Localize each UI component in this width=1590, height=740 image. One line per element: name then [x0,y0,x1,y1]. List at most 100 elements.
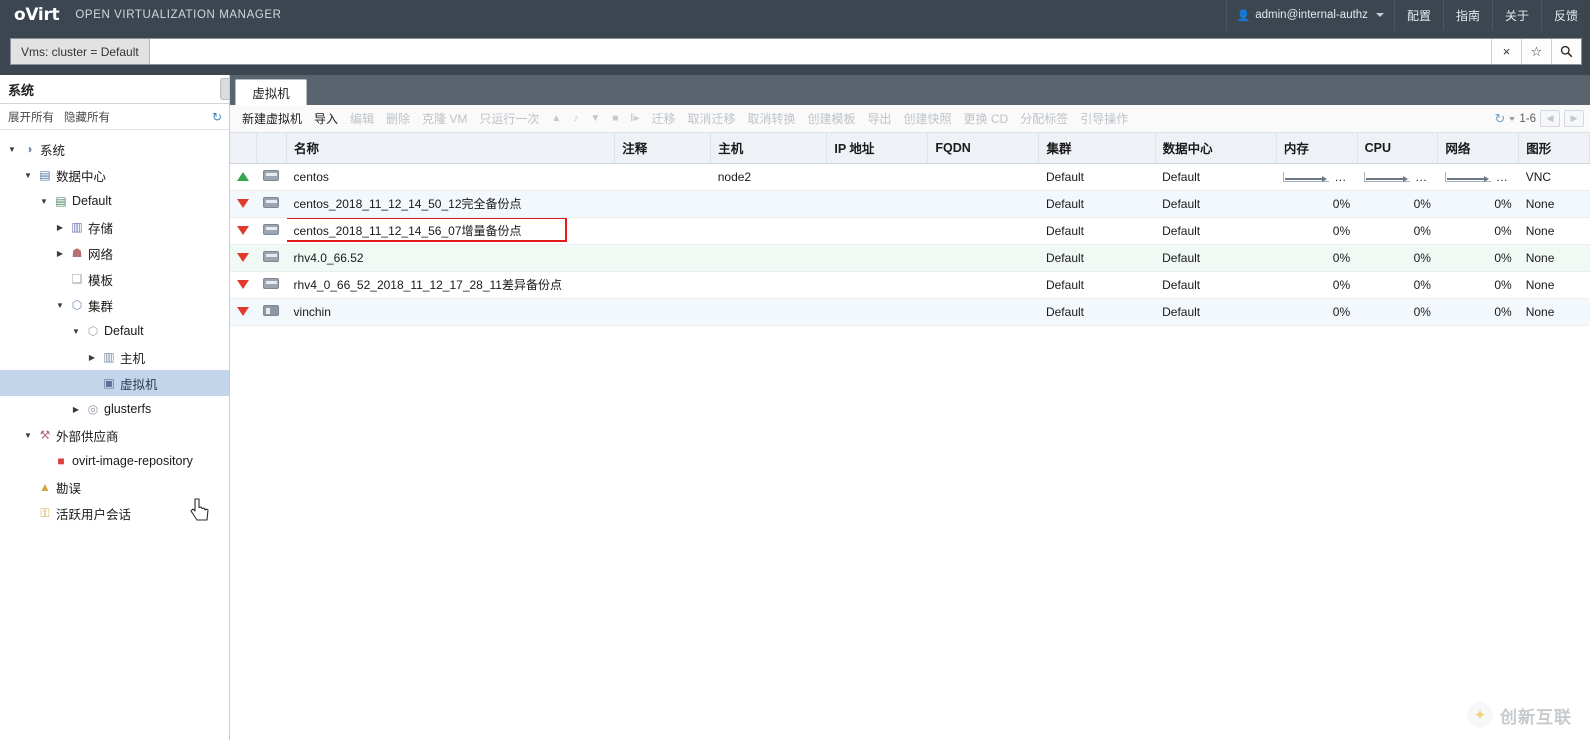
tree-node-label: 数据中心 [56,169,107,184]
tree-item-虚拟机[interactable]: ▶▣虚拟机 [0,370,229,396]
column-header-fqdn[interactable]: FQDN [927,133,1040,164]
column-header-icon[interactable] [256,133,288,164]
table-row[interactable]: centos node2 Default Default 0% 0% 0% VNC [230,163,1590,191]
twisty-expanded-icon[interactable]: ▼ [20,431,36,440]
twisty-expanded-icon[interactable]: ▼ [4,145,20,154]
vm-memory-cell: 0% [1276,244,1358,272]
twisty-collapsed-icon[interactable]: ▶ [52,249,68,258]
search-icon[interactable] [1551,39,1581,64]
column-header-network[interactable]: 网络 [1437,133,1520,164]
tree-node-icon: ▤ [39,168,51,182]
twisty-collapsed-icon[interactable]: ▶ [84,353,100,362]
user-menu[interactable]: 👤 admin@internal-authz [1225,0,1394,30]
vm-fqdn-cell [927,217,1039,245]
top-bar-right: 👤 admin@internal-authz 配置 指南 关于 反馈 [1225,0,1590,30]
vm-stopped-icon [237,252,250,262]
table-row[interactable]: rhv4.0_66.52 Default Default 0% 0% 0% None [230,244,1590,272]
sidebar: 系统 展开所有 隐藏所有 ↻ ▼ ◑ 系统 ▼ ▤ 数据中心 ▼ ▤ Default ▶ ▥ 存储 ▶ ☗… [0,75,230,740]
refresh-options-chevron-icon[interactable] [1509,116,1516,121]
column-header-memory[interactable]: 内存 [1276,133,1358,164]
tree-node-icon: ⚿ [40,505,50,520]
column-header-comment[interactable]: 注释 [614,133,712,164]
tree-item-glusterfs[interactable]: ▶ ◎ glusterfs [0,396,229,422]
vm-name-cell[interactable]: centos [286,163,615,191]
column-header-cpu[interactable]: CPU [1357,133,1439,164]
vm-stopped-icon [237,279,250,289]
tree-item-勘误[interactable]: ▶▲勘误 [0,474,229,500]
vm-cpu-cell: 0% [1357,190,1438,218]
tree-item-Default[interactable]: ▼ ▤ Default [0,188,229,214]
prev-page-button[interactable]: ◀ [1540,110,1560,127]
toolbar-items2-8: 引导操作 [1080,111,1129,126]
column-header-cluster[interactable]: 集群 [1038,133,1156,164]
sidebar-collapse-handle[interactable] [220,78,229,100]
tree-node-icon: ⚒ [39,428,51,442]
table-row[interactable]: vinchin Default Default 0% 0% 0% None [230,298,1590,326]
tree-node-icon: ▤ [55,194,67,208]
vm-name-cell[interactable]: centos_2018_11_12_14_56_07增量备份点 [286,217,615,245]
tree-item-数据中心[interactable]: ▼ ▤ 数据中心 [0,162,229,188]
expand-all-link[interactable]: 展开所有 [8,109,54,125]
tree-item-系统[interactable]: ▼ ◑ 系统 [0,136,229,162]
vm-name-cell[interactable]: vinchin [286,298,615,326]
tree-item-主机[interactable]: ▶ ▥ 主机 [0,344,229,370]
twisty-expanded-icon[interactable]: ▼ [20,171,36,180]
column-header-datacenter[interactable]: 数据中心 [1155,133,1277,164]
desktop-icon [263,223,280,235]
toolbar-items-1[interactable]: 导入 [308,105,344,132]
vm-network-cell: 0% [1437,244,1519,272]
vm-memory-cell: 0% [1276,271,1358,299]
tree-item-模板[interactable]: ▶❑模板 [0,266,229,292]
vm-name-cell[interactable]: rhv4.0_66.52 [286,244,615,272]
vm-type-cell [256,163,287,191]
tree-node-label: 存储 [88,221,114,236]
status-badge [230,217,257,245]
vm-name-cell[interactable]: rhv4_0_66_52_2018_11_12_17_28_11差异备份点 [286,271,615,299]
top-link-guide[interactable]: 指南 [1442,0,1492,30]
tree-node-icon: ⬡ [71,298,83,312]
table-row[interactable]: centos_2018_11_12_14_56_07增量备份点 Default De… [230,217,1590,245]
tab-virtual-machines[interactable]: 虚拟机 [235,79,307,105]
product-subtitle: OPEN VIRTUALIZATION MANAGER [75,9,282,21]
clear-search-icon[interactable]: × [1491,39,1521,64]
tree-item-存储[interactable]: ▶ ▥ 存储 [0,214,229,240]
ovirt-logo[interactable]: oVirt [14,5,60,25]
vm-cluster-cell: Default [1038,244,1156,272]
refresh-icon[interactable]: ↻ [212,110,222,124]
twisty-expanded-icon[interactable]: ▼ [52,301,68,310]
bookmark-icon[interactable]: ☆ [1521,39,1551,64]
tree-item-外部供应商[interactable]: ▼ ⚒ 外部供应商 [0,422,229,448]
vm-stopped-icon [237,225,250,235]
top-link-configure[interactable]: 配置 [1393,0,1443,30]
vm-graphics-cell: None [1518,271,1590,299]
column-header-host[interactable]: 主机 [710,133,828,164]
next-page-button[interactable]: ▶ [1564,110,1584,127]
table-row[interactable]: centos_2018_11_12_14_50_12完全备份点 Default De… [230,190,1590,218]
column-header-graphics[interactable]: 图形 [1518,133,1590,164]
top-link-feedback[interactable]: 反馈 [1540,0,1590,30]
vm-cluster-cell: Default [1038,163,1156,191]
top-link-about[interactable]: 关于 [1491,0,1541,30]
vm-name-cell[interactable]: centos_2018_11_12_14_50_12完全备份点 [286,190,615,218]
vm-fqdn-cell [927,163,1039,191]
tree-item-ovirt-image-repository[interactable]: ▶■ovirt-image-repository [0,448,229,474]
tree-item-集群[interactable]: ▼ ⬡ 集群 [0,292,229,318]
twisty-expanded-icon[interactable]: ▼ [68,327,84,336]
vm-host-cell [710,298,827,326]
tree-item-Default[interactable]: ▼ ⬡ Default [0,318,229,344]
collapse-all-link[interactable]: 隐藏所有 [64,109,110,125]
toolbar-items-0[interactable]: 新建虚拟机 [236,105,308,132]
twisty-collapsed-icon[interactable]: ▶ [68,405,84,414]
refresh-grid-icon[interactable]: ↻ [1494,111,1505,127]
column-header-status[interactable] [230,133,257,164]
twisty-collapsed-icon[interactable]: ▶ [52,223,68,232]
column-header-ip[interactable]: IP 地址 [826,133,929,164]
twisty-expanded-icon[interactable]: ▼ [36,197,52,206]
vm-host-cell [710,190,827,218]
table-row[interactable]: rhv4_0_66_52_2018_11_12_17_28_11差异备份点 Def… [230,271,1590,299]
search-input[interactable] [149,39,1491,64]
vm-datacenter-cell: Default [1155,244,1277,272]
tree-item-活跃用户会话[interactable]: ▶⚿活跃用户会话 [0,500,229,526]
tree-item-网络[interactable]: ▶ ☗ 网络 [0,240,229,266]
column-header-name[interactable]: 名称 [286,133,616,164]
